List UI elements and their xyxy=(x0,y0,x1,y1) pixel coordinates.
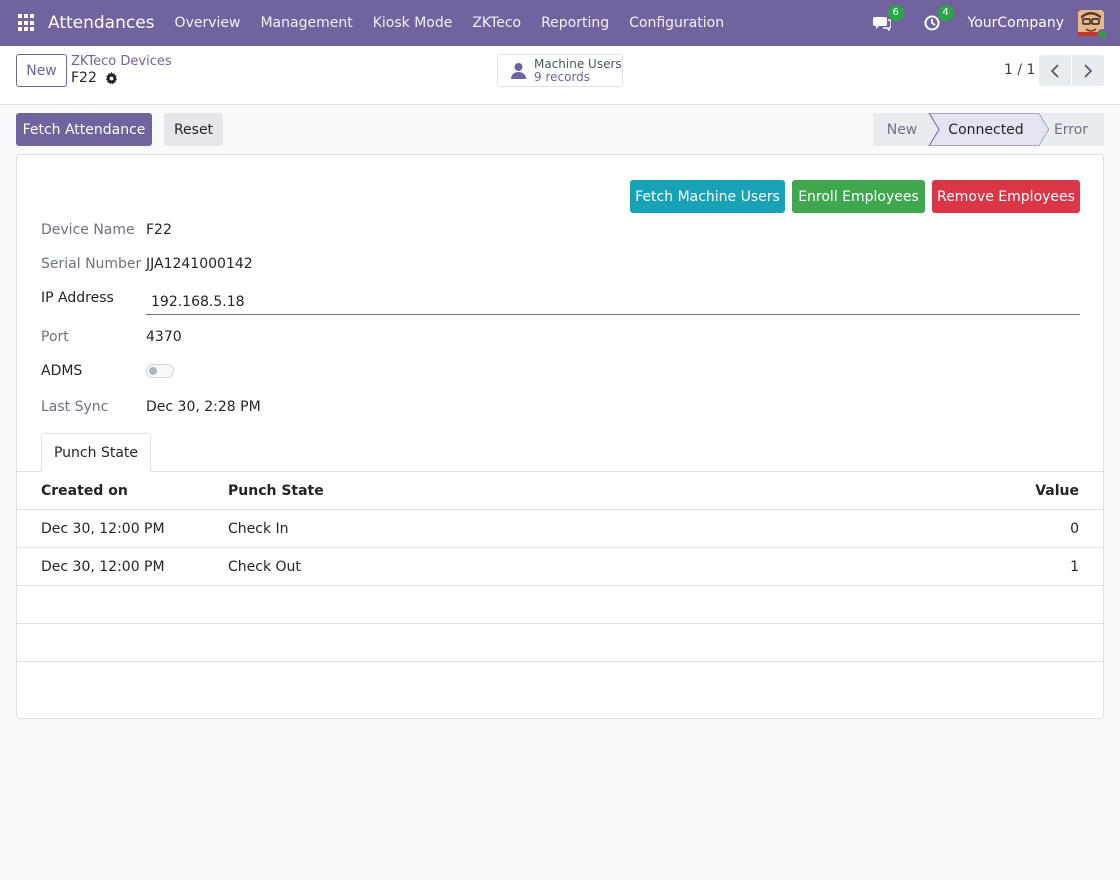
last-sync-label: Last Sync xyxy=(41,399,109,415)
user-icon xyxy=(511,62,526,79)
pager-value[interactable]: 1 / 1 xyxy=(1004,62,1035,78)
cell-punch-state: Check In xyxy=(228,521,289,537)
adms-toggle[interactable] xyxy=(146,364,174,378)
menu-overview[interactable]: Overview xyxy=(165,15,251,31)
cell-value: 1 xyxy=(1070,559,1079,575)
device-name-label: Device Name xyxy=(41,222,135,238)
smart-button-text: Machine Users 9 records xyxy=(534,56,622,84)
pager-next-button[interactable] xyxy=(1072,55,1104,86)
messages-badge: 6 xyxy=(887,5,904,21)
fetch-attendance-button[interactable]: Fetch Attendance xyxy=(16,113,152,146)
breadcrumb-current-record: F22 xyxy=(71,70,118,86)
chevron-right-icon xyxy=(1084,63,1093,78)
remove-employees-button[interactable]: Remove Employees xyxy=(932,180,1080,213)
cell-value: 0 xyxy=(1070,521,1079,537)
reset-button[interactable]: Reset xyxy=(164,113,223,146)
adms-label: ADMS xyxy=(41,363,83,379)
device-name-value: F22 xyxy=(146,222,172,238)
form-sheet: Fetch Machine Users Enroll Employees Rem… xyxy=(16,154,1104,719)
pager-previous-button[interactable] xyxy=(1039,55,1071,86)
fetch-machine-users-button[interactable]: Fetch Machine Users xyxy=(630,180,785,213)
top-navbar: Attendances Overview Management Kiosk Mo… xyxy=(0,0,1120,46)
header-created-on[interactable]: Created on xyxy=(41,472,128,510)
serial-number-value: JJA1241000142 xyxy=(146,256,253,272)
gear-icon[interactable] xyxy=(105,71,118,85)
cell-created-on: Dec 30, 12:00 PM xyxy=(41,559,165,575)
app-title[interactable]: Attendances xyxy=(48,13,155,33)
status-connected[interactable]: Connected xyxy=(937,113,1035,146)
table-row[interactable]: Dec 30, 12:00 PM Check In 0 xyxy=(17,510,1103,548)
company-switcher[interactable]: YourCompany xyxy=(968,15,1065,31)
menu-management[interactable]: Management xyxy=(250,15,362,31)
activities-button[interactable]: 4 xyxy=(922,5,954,33)
status-error[interactable]: Error xyxy=(1043,113,1099,146)
serial-number-label: Serial Number xyxy=(41,256,142,272)
smart-button-label: Machine Users xyxy=(534,56,622,71)
record-name: F22 xyxy=(71,70,97,86)
table-empty-row xyxy=(17,624,1103,662)
menu-zkteco[interactable]: ZKTeco xyxy=(462,15,531,31)
systray: 6 4 YourCompany xyxy=(872,5,1120,40)
toggle-knob xyxy=(149,367,157,375)
table-row[interactable]: Dec 30, 12:00 PM Check Out 1 xyxy=(17,548,1103,586)
smart-button-count: 9 records xyxy=(534,69,591,84)
new-button[interactable]: New xyxy=(16,54,67,87)
port-value: 4370 xyxy=(146,329,182,345)
main-menu: Overview Management Kiosk Mode ZKTeco Re… xyxy=(165,15,735,31)
tab-punch-state[interactable]: Punch State xyxy=(41,433,151,472)
menu-kiosk-mode[interactable]: Kiosk Mode xyxy=(363,15,463,31)
control-panel: New ZKTeco Devices F22 Machine Users 9 r… xyxy=(0,46,1120,105)
enroll-employees-button[interactable]: Enroll Employees xyxy=(792,180,925,213)
cell-created-on: Dec 30, 12:00 PM xyxy=(41,521,165,537)
activities-badge: 4 xyxy=(937,5,954,21)
clock-icon xyxy=(924,15,939,31)
messages-button[interactable]: 6 xyxy=(872,5,904,33)
status-new[interactable]: New xyxy=(873,113,931,146)
breadcrumb-zkteco-devices[interactable]: ZKTeco Devices xyxy=(71,54,172,69)
header-punch-state[interactable]: Punch State xyxy=(228,472,324,510)
header-value[interactable]: Value xyxy=(1035,472,1079,510)
apps-menu-icon[interactable] xyxy=(18,14,36,32)
table-header-row: Created on Punch State Value xyxy=(17,472,1103,510)
punch-state-table: Created on Punch State Value Dec 30, 12:… xyxy=(17,472,1103,662)
chevron-left-icon xyxy=(1050,63,1059,78)
menu-reporting[interactable]: Reporting xyxy=(531,15,619,31)
chat-icon xyxy=(872,17,891,31)
table-empty-row xyxy=(17,586,1103,624)
user-avatar[interactable] xyxy=(1078,10,1108,40)
ip-address-label: IP Address xyxy=(41,290,114,306)
port-label: Port xyxy=(41,329,69,345)
online-status-icon xyxy=(1097,29,1108,40)
last-sync-value: Dec 30, 2:28 PM xyxy=(146,399,261,415)
machine-users-smart-button[interactable]: Machine Users 9 records xyxy=(497,54,623,87)
cell-punch-state: Check Out xyxy=(228,559,301,575)
ip-address-input[interactable]: 192.168.5.18 xyxy=(146,290,1080,315)
menu-configuration[interactable]: Configuration xyxy=(619,15,734,31)
